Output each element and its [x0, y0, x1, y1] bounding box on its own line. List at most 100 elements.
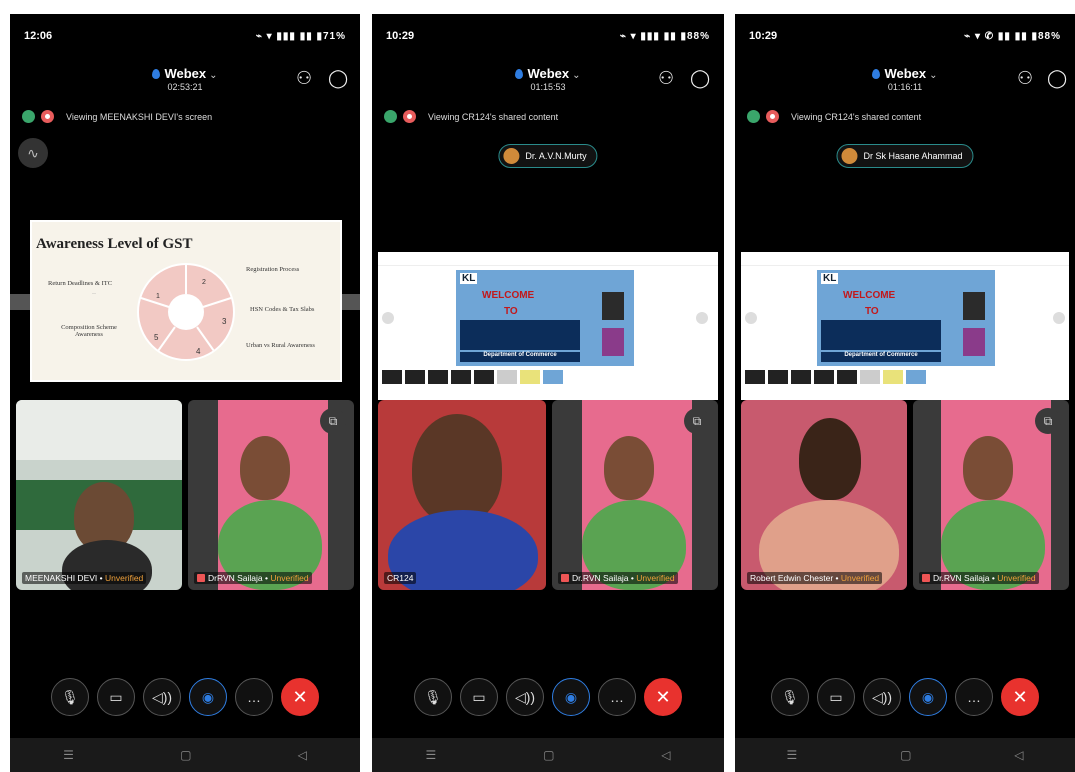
- participant-name: Dr.RVN Sailaja: [572, 573, 629, 583]
- recents-icon[interactable]: ☰: [786, 748, 797, 762]
- shield-icon: [384, 110, 397, 123]
- shared-content: KL WELCOME TO Department of Commerce: [378, 252, 718, 400]
- guest-photo: [602, 328, 624, 356]
- video-icon[interactable]: ▭: [460, 678, 498, 716]
- home-icon[interactable]: ▢: [543, 748, 554, 762]
- video-tile[interactable]: Robert Edwin Chester • Unverified: [741, 400, 907, 590]
- participants-icon[interactable]: ⚇: [1017, 68, 1033, 89]
- expand-icon[interactable]: ⧉: [320, 408, 346, 434]
- active-speaker-pill[interactable]: Dr. A.V.N.Murty: [498, 144, 598, 168]
- label-separator: •: [99, 573, 103, 583]
- share-toolbar: [741, 252, 1069, 266]
- slide-item: Urban vs Rural Awareness: [246, 342, 315, 349]
- participant-label: Dr.RVN Sailaja • Unverified: [919, 572, 1039, 584]
- banner-dept: Department of Commerce: [821, 352, 941, 362]
- next-slide-icon[interactable]: [696, 312, 708, 324]
- webex-logo-icon: [872, 69, 881, 79]
- end-call-icon[interactable]: ✕: [1001, 678, 1039, 716]
- chat-icon[interactable]: ◯: [1047, 68, 1067, 89]
- mic-off-icon[interactable]: 🎙︎: [771, 678, 809, 716]
- slide-thumbnails[interactable]: [382, 370, 563, 384]
- expand-icon[interactable]: ⧉: [1035, 408, 1061, 434]
- status-bar: 10:29 ⌁ ▾ ✆ ▮▮ ▮▮ ▮88%: [749, 28, 1061, 44]
- prev-slide-icon[interactable]: [745, 312, 757, 324]
- video-tile[interactable]: MEENAKSHI DEVI • Unverified: [16, 400, 182, 590]
- more-icon[interactable]: …: [955, 678, 993, 716]
- welcome-banner: KL WELCOME TO Department of Commerce: [817, 270, 995, 366]
- phone-screenshot-3: 10:29 ⌁ ▾ ✆ ▮▮ ▮▮ ▮88% Webex ⌄ 01:16:11 ⚇…: [735, 14, 1075, 772]
- more-icon[interactable]: …: [235, 678, 273, 716]
- presenter-name: Dr Sk Hasane Ahammad: [863, 151, 963, 161]
- back-icon[interactable]: ◁: [661, 748, 670, 762]
- side-tab-left[interactable]: [10, 294, 32, 310]
- kl-logo: KL: [460, 273, 478, 284]
- webex-logo-icon: [152, 69, 161, 79]
- welcome-banner: KL WELCOME TO Department of Commerce: [456, 270, 634, 366]
- next-slide-icon[interactable]: [1053, 312, 1065, 324]
- participants-icon[interactable]: ⚇: [296, 68, 312, 89]
- video-tile[interactable]: ⧉ Dr.RVN Sailaja • Unverified: [913, 400, 1069, 590]
- assistant-icon[interactable]: ◉: [909, 678, 947, 716]
- slide-title: Awareness Level of GST: [36, 236, 193, 252]
- speaker-icon[interactable]: ◁)): [863, 678, 901, 716]
- status-time: 12:06: [24, 30, 53, 42]
- mic-off-icon[interactable]: 🎙︎: [51, 678, 89, 716]
- shared-slide: Awareness Level of GST Return Deadlines …: [30, 220, 342, 382]
- slide-item: Registration Process: [246, 266, 300, 273]
- avatar: [503, 148, 520, 164]
- viewing-text: Viewing CR124's shared content: [428, 111, 559, 122]
- home-icon[interactable]: ▢: [900, 748, 911, 762]
- assistant-icon[interactable]: ◉: [189, 678, 227, 716]
- video-icon[interactable]: ▭: [97, 678, 135, 716]
- shield-icon: [22, 110, 35, 123]
- status-time: 10:29: [749, 30, 778, 42]
- prev-slide-icon[interactable]: [382, 312, 394, 324]
- viewing-text: Viewing CR124's shared content: [791, 111, 922, 122]
- status-icons: ⌁ ▾ ▮▮▮ ▮▮ ▮71%: [255, 30, 346, 42]
- annotate-icon[interactable]: ∿: [18, 138, 48, 168]
- end-call-icon[interactable]: ✕: [281, 678, 319, 716]
- pie-label: 2: [202, 279, 206, 286]
- mic-off-icon[interactable]: 🎙︎: [414, 678, 452, 716]
- more-icon[interactable]: …: [598, 678, 636, 716]
- chat-icon[interactable]: ◯: [328, 68, 348, 89]
- system-nav-bar: ☰ ▢ ◁: [735, 738, 1075, 772]
- verification-status: Unverified: [840, 573, 880, 583]
- video-tile[interactable]: ⧉ DrRVN Sailaja • Unverified: [188, 400, 354, 590]
- slide-thumbnails[interactable]: [745, 370, 926, 384]
- record-icon: [766, 110, 779, 123]
- phone-screenshot-2: 10:29 ⌁ ▾ ▮▮▮ ▮▮ ▮88% Webex ⌄ 01:15:53 ⚇ …: [372, 14, 724, 772]
- back-icon[interactable]: ◁: [298, 748, 307, 762]
- status-icons: ⌁ ▾ ▮▮▮ ▮▮ ▮88%: [619, 30, 710, 42]
- participant-name: DrRVN Sailaja: [208, 573, 263, 583]
- recents-icon[interactable]: ☰: [425, 748, 436, 762]
- webex-logo-icon: [515, 69, 524, 79]
- speaker-icon[interactable]: ◁)): [506, 678, 544, 716]
- chevron-down-icon: ⌄: [572, 70, 581, 81]
- chat-icon[interactable]: ◯: [690, 68, 710, 89]
- participants-icon[interactable]: ⚇: [658, 68, 674, 89]
- label-separator: •: [991, 573, 995, 583]
- chevron-down-icon: ⌄: [209, 70, 218, 81]
- active-speaker-pill[interactable]: Dr Sk Hasane Ahammad: [836, 144, 974, 168]
- participant-name: CR124: [387, 573, 414, 583]
- video-tile[interactable]: CR124: [378, 400, 546, 590]
- end-call-icon[interactable]: ✕: [644, 678, 682, 716]
- banner-dept: Department of Commerce: [460, 352, 580, 362]
- banner-to: TO: [865, 306, 879, 317]
- video-icon[interactable]: ▭: [817, 678, 855, 716]
- pie-diagram: 1 2 3 4 5: [137, 263, 235, 361]
- participant-name: Dr.RVN Sailaja: [933, 573, 990, 583]
- recents-icon[interactable]: ☰: [63, 748, 74, 762]
- app-title-text: Webex: [884, 66, 927, 81]
- system-nav-bar: ☰ ▢ ◁: [372, 738, 724, 772]
- video-tile[interactable]: ⧉ Dr.RVN Sailaja • Unverified: [552, 400, 718, 590]
- back-icon[interactable]: ◁: [1014, 748, 1023, 762]
- call-controls: 🎙︎ ▭ ◁)) ◉ … ✕: [10, 678, 360, 716]
- assistant-icon[interactable]: ◉: [552, 678, 590, 716]
- home-icon[interactable]: ▢: [180, 748, 191, 762]
- shield-icon: [747, 110, 760, 123]
- app-title-text: Webex: [164, 66, 207, 81]
- speaker-icon[interactable]: ◁)): [143, 678, 181, 716]
- expand-icon[interactable]: ⧉: [684, 408, 710, 434]
